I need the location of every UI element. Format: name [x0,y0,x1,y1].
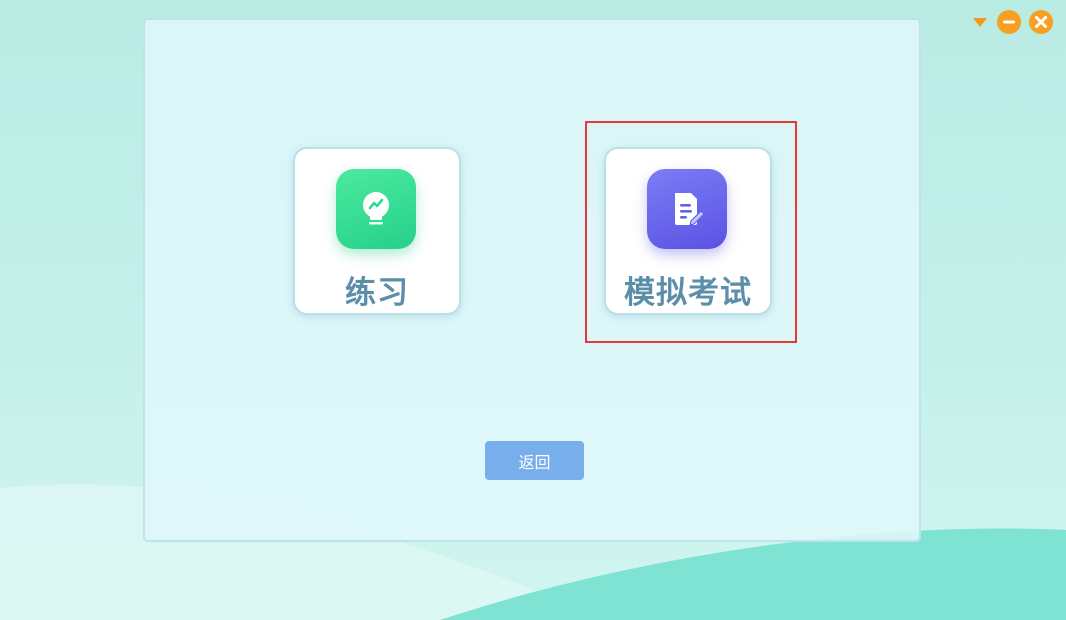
window-controls [971,10,1053,34]
practice-label: 练习 [345,275,409,311]
lightbulb-icon [336,169,416,249]
mode-select-panel: 练习 模拟考试 返回 [143,18,921,542]
back-button[interactable]: 返回 [485,441,584,480]
dropdown-arrow-icon[interactable] [971,10,989,34]
practice-card[interactable]: 练习 [293,147,461,315]
mock-exam-card[interactable]: 模拟考试 [604,147,772,315]
mock-exam-label: 模拟考试 [624,275,752,311]
close-icon[interactable] [1029,10,1053,34]
minimize-icon[interactable] [997,10,1021,34]
document-edit-icon [647,169,727,249]
